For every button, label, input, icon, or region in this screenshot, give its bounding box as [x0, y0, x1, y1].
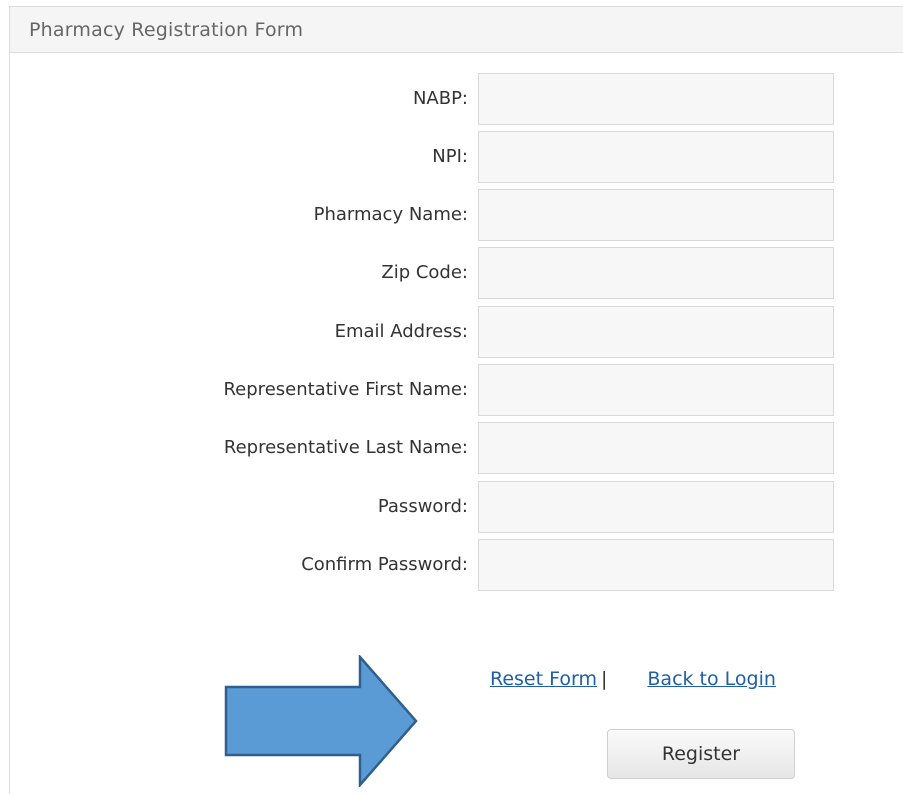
back-to-login-link[interactable]: Back to Login [647, 668, 776, 690]
form-row-password: Password: [0, 481, 903, 533]
form-row-zip-code: Zip Code: [0, 247, 903, 299]
rep-last-name-label: Representative Last Name: [223, 437, 468, 458]
form-row-npi: NPI: [0, 131, 903, 183]
password-input[interactable] [478, 481, 834, 533]
npi-label: NPI: [432, 146, 468, 167]
form-row-confirm-password: Confirm Password: [0, 539, 903, 591]
form-links: Reset Form | Back to Login [490, 665, 776, 693]
nabp-label: NABP: [412, 88, 468, 109]
form-row-rep-last-name: Representative Last Name: [0, 422, 903, 474]
pharmacy-name-input[interactable] [478, 189, 834, 241]
form-row-email: Email Address: [0, 306, 903, 358]
nabp-input[interactable] [478, 73, 834, 125]
reset-form-link[interactable]: Reset Form [490, 668, 597, 690]
rep-first-name-label: Representative First Name: [223, 379, 468, 400]
form-row-rep-first-name: Representative First Name: [0, 364, 903, 416]
zip-code-label: Zip Code: [381, 262, 468, 283]
rep-last-name-input[interactable] [478, 422, 834, 474]
npi-input[interactable] [478, 131, 834, 183]
zip-code-input[interactable] [478, 247, 834, 299]
email-input[interactable] [478, 306, 834, 358]
confirm-password-label: Confirm Password: [301, 554, 468, 575]
form-row-pharmacy-name: Pharmacy Name: [0, 189, 903, 241]
password-label: Password: [377, 496, 468, 517]
register-button[interactable]: Register [607, 729, 795, 779]
rep-first-name-input[interactable] [478, 364, 834, 416]
right-arrow-icon [224, 655, 418, 787]
panel-title: Pharmacy Registration Form [10, 7, 903, 53]
confirm-password-input[interactable] [478, 539, 834, 591]
email-label: Email Address: [334, 321, 468, 342]
pharmacy-name-label: Pharmacy Name: [313, 204, 468, 225]
form-row-nabp: NABP: [0, 73, 903, 125]
link-separator: | [600, 668, 608, 690]
